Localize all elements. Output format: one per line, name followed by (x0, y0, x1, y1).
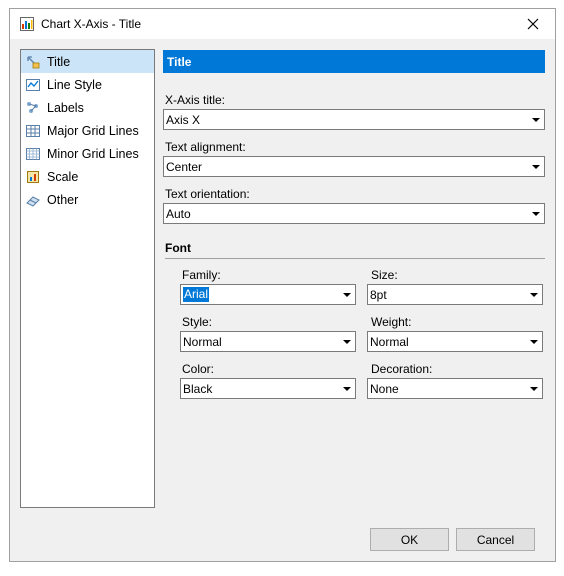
nav-item-title[interactable]: Title (21, 50, 154, 73)
decoration-label: Decoration: (371, 362, 433, 376)
major-grid-icon (26, 124, 40, 137)
style-value: Normal (183, 335, 222, 349)
chevron-down-icon (529, 339, 538, 344)
xaxis-title-combo[interactable]: Axis X (163, 109, 545, 130)
labels-icon (27, 101, 38, 113)
decoration-select[interactable]: None (367, 378, 543, 399)
weight-value: Normal (370, 335, 409, 349)
chevron-down-icon (529, 292, 538, 297)
chevron-down-icon (531, 164, 540, 169)
nav-item-other[interactable]: Other (21, 188, 154, 211)
family-value: Arial (183, 287, 210, 302)
section-header: Title (163, 50, 545, 73)
color-value: Black (183, 382, 213, 396)
nav-item-labels[interactable]: Labels (21, 96, 154, 119)
size-combo[interactable]: 8pt (367, 284, 543, 305)
family-label: Family: (182, 268, 221, 282)
dropdown-button[interactable] (338, 285, 355, 304)
xaxis-title-value: Axis X (166, 113, 201, 127)
nav-item-scale[interactable]: Scale (21, 165, 154, 188)
font-separator (165, 258, 545, 259)
dialog-window: Chart X-Axis - Title Title Line Style La… (9, 8, 556, 562)
dropdown-button[interactable] (525, 285, 542, 304)
other-icon (26, 195, 40, 207)
size-value: 8pt (370, 288, 387, 302)
weight-label: Weight: (371, 315, 412, 329)
text-orientation-select[interactable]: Auto (163, 203, 545, 224)
chevron-down-icon (342, 339, 351, 344)
text-orientation-label: Text orientation: (165, 187, 250, 201)
family-combo[interactable]: Arial (180, 284, 356, 305)
chevron-down-icon (342, 386, 351, 391)
chevron-down-icon (531, 211, 540, 216)
text-alignment-select[interactable]: Center (163, 156, 545, 177)
weight-select[interactable]: Normal (367, 331, 543, 352)
style-label: Style: (182, 315, 213, 329)
text-alignment-value: Center (166, 160, 203, 174)
nav-item-line-style[interactable]: Line Style (21, 73, 154, 96)
cancel-button[interactable]: Cancel (456, 528, 535, 551)
close-button[interactable] (510, 9, 555, 39)
nav-label: Major Grid Lines (47, 123, 139, 138)
text-orientation-value: Auto (166, 207, 191, 221)
dropdown-button[interactable] (527, 110, 544, 129)
title-icon (27, 55, 40, 68)
dropdown-button[interactable] (338, 332, 355, 351)
window-title: Chart X-Axis - Title (41, 17, 142, 31)
nav-label: Line Style (47, 77, 102, 92)
decoration-value: None (370, 382, 399, 396)
nav-item-major-grid-lines[interactable]: Major Grid Lines (21, 119, 154, 142)
xaxis-title-label: X-Axis title: (165, 93, 226, 107)
scale-icon (27, 170, 39, 183)
font-section-header: Font (165, 241, 191, 255)
nav-item-minor-grid-lines[interactable]: Minor Grid Lines (21, 142, 154, 165)
minor-grid-icon (26, 147, 40, 160)
dropdown-button[interactable] (525, 379, 542, 398)
app-icon (20, 17, 34, 31)
line-style-icon (26, 78, 40, 91)
nav-label: Labels (47, 100, 84, 115)
title-bar[interactable]: Chart X-Axis - Title (10, 9, 555, 39)
nav-label: Scale (47, 169, 79, 184)
chevron-down-icon (531, 117, 540, 122)
dropdown-button[interactable] (527, 204, 544, 223)
color-select[interactable]: Black (180, 378, 356, 399)
chevron-down-icon (529, 386, 538, 391)
dropdown-button[interactable] (338, 379, 355, 398)
nav-label: Other (47, 192, 79, 207)
size-label: Size: (371, 268, 398, 282)
style-select[interactable]: Normal (180, 331, 356, 352)
dropdown-button[interactable] (527, 157, 544, 176)
color-label: Color: (182, 362, 215, 376)
text-alignment-label: Text alignment: (165, 140, 246, 154)
nav-label: Title (47, 54, 71, 69)
category-list[interactable]: Title Line Style Labels Major Grid Lines (20, 49, 155, 508)
dropdown-button[interactable] (525, 332, 542, 351)
ok-button[interactable]: OK (370, 528, 449, 551)
close-icon (527, 18, 538, 30)
nav-label: Minor Grid Lines (47, 146, 139, 161)
chevron-down-icon (342, 292, 351, 297)
